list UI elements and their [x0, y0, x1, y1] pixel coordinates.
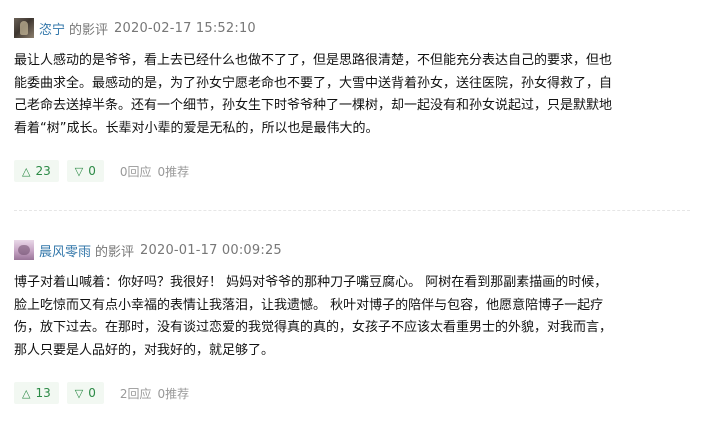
- review-type-label: 的影评: [69, 22, 109, 38]
- review-item: 晨风零雨 的影评 2020-01-17 00:09:25 博子对着山喊着：你好吗…: [14, 236, 690, 404]
- recommend-link[interactable]: 0推荐: [158, 385, 190, 402]
- useless-count: 0: [88, 164, 96, 178]
- review-item: 恣宁 的影评 2020-02-17 15:52:10 最让人感动的是爷爷，看上去…: [14, 14, 690, 182]
- review-text-line: 那人只要是人品好的，对我好的，就足够了。: [14, 342, 275, 358]
- review-text-line: 己老命去送掉半条。还有一个细节，孙女生下时爷爷种了一棵树，却一起没有和孙女说起过…: [14, 98, 613, 113]
- review-type-label: 的影评: [95, 244, 135, 260]
- review-meta: 恣宁 的影评 2020-02-17 15:52:10: [14, 14, 690, 42]
- review-divider: [14, 210, 690, 211]
- reply-link[interactable]: 2回应: [120, 385, 152, 402]
- reply-link[interactable]: 0回应: [120, 163, 152, 180]
- user-avatar[interactable]: [14, 18, 34, 38]
- review-timestamp: 2020-02-17 15:52:10: [114, 20, 256, 36]
- useful-count: 23: [35, 164, 51, 178]
- triangle-up-icon: △: [22, 386, 31, 400]
- useless-count: 0: [88, 386, 96, 400]
- review-text-line: 博子对着山喊着：你好吗？我很好！ 妈妈对爷爷的那种刀子嘴豆腐心。 阿树在看到那副…: [14, 275, 608, 290]
- useful-vote-button[interactable]: △ 13: [14, 382, 59, 404]
- review-content: 博子对着山喊着：你好吗？我很好！ 妈妈对爷爷的那种刀子嘴豆腐心。 阿树在看到那副…: [14, 272, 690, 362]
- review-actions: △ 23 ▽ 0 0回应 0推荐: [14, 160, 690, 182]
- username-link[interactable]: 恣宁: [39, 19, 65, 38]
- triangle-up-icon: △: [22, 164, 31, 178]
- review-actions: △ 13 ▽ 0 2回应 0推荐: [14, 382, 690, 404]
- triangle-down-icon: ▽: [74, 386, 84, 400]
- review-text-line: 最让人感动的是爷爷，看上去已经什么也做不了了，但是思路很清楚，不但能充分表达自己…: [14, 53, 613, 68]
- useless-vote-button[interactable]: ▽ 0: [66, 382, 104, 404]
- useful-count: 13: [35, 386, 51, 400]
- user-avatar[interactable]: [14, 240, 34, 260]
- review-meta: 晨风零雨 的影评 2020-01-17 00:09:25: [14, 236, 690, 264]
- review-text-line: 能委曲求全。最感动的是，为了孙女宁愿老命也不要了，大雪中送背着孙女，送往医院，孙…: [14, 75, 613, 91]
- triangle-down-icon: ▽: [74, 164, 84, 178]
- review-text-line: 看着“树”成长。长辈对小辈的爱是无私的，所以也是最伟大的。: [14, 120, 379, 136]
- review-text-line: 脸上吃惊而又有点小幸福的表情让我落泪，让我遗憾。 秋叶对博子的陪伴与包容，他愿意…: [14, 297, 604, 313]
- review-timestamp: 2020-01-17 00:09:25: [140, 242, 282, 258]
- review-content: 最让人感动的是爷爷，看上去已经什么也做不了了，但是思路很清楚，不但能充分表达自己…: [14, 50, 690, 140]
- recommend-link[interactable]: 0推荐: [158, 163, 190, 180]
- review-text-line: 伤，放下过去。在那时，没有谈过恋爱的我觉得真的真的，女孩子不应该太看重男士的外貌…: [14, 320, 613, 335]
- username-link[interactable]: 晨风零雨: [39, 241, 91, 260]
- useful-vote-button[interactable]: △ 23: [14, 160, 59, 182]
- useless-vote-button[interactable]: ▽ 0: [66, 160, 104, 182]
